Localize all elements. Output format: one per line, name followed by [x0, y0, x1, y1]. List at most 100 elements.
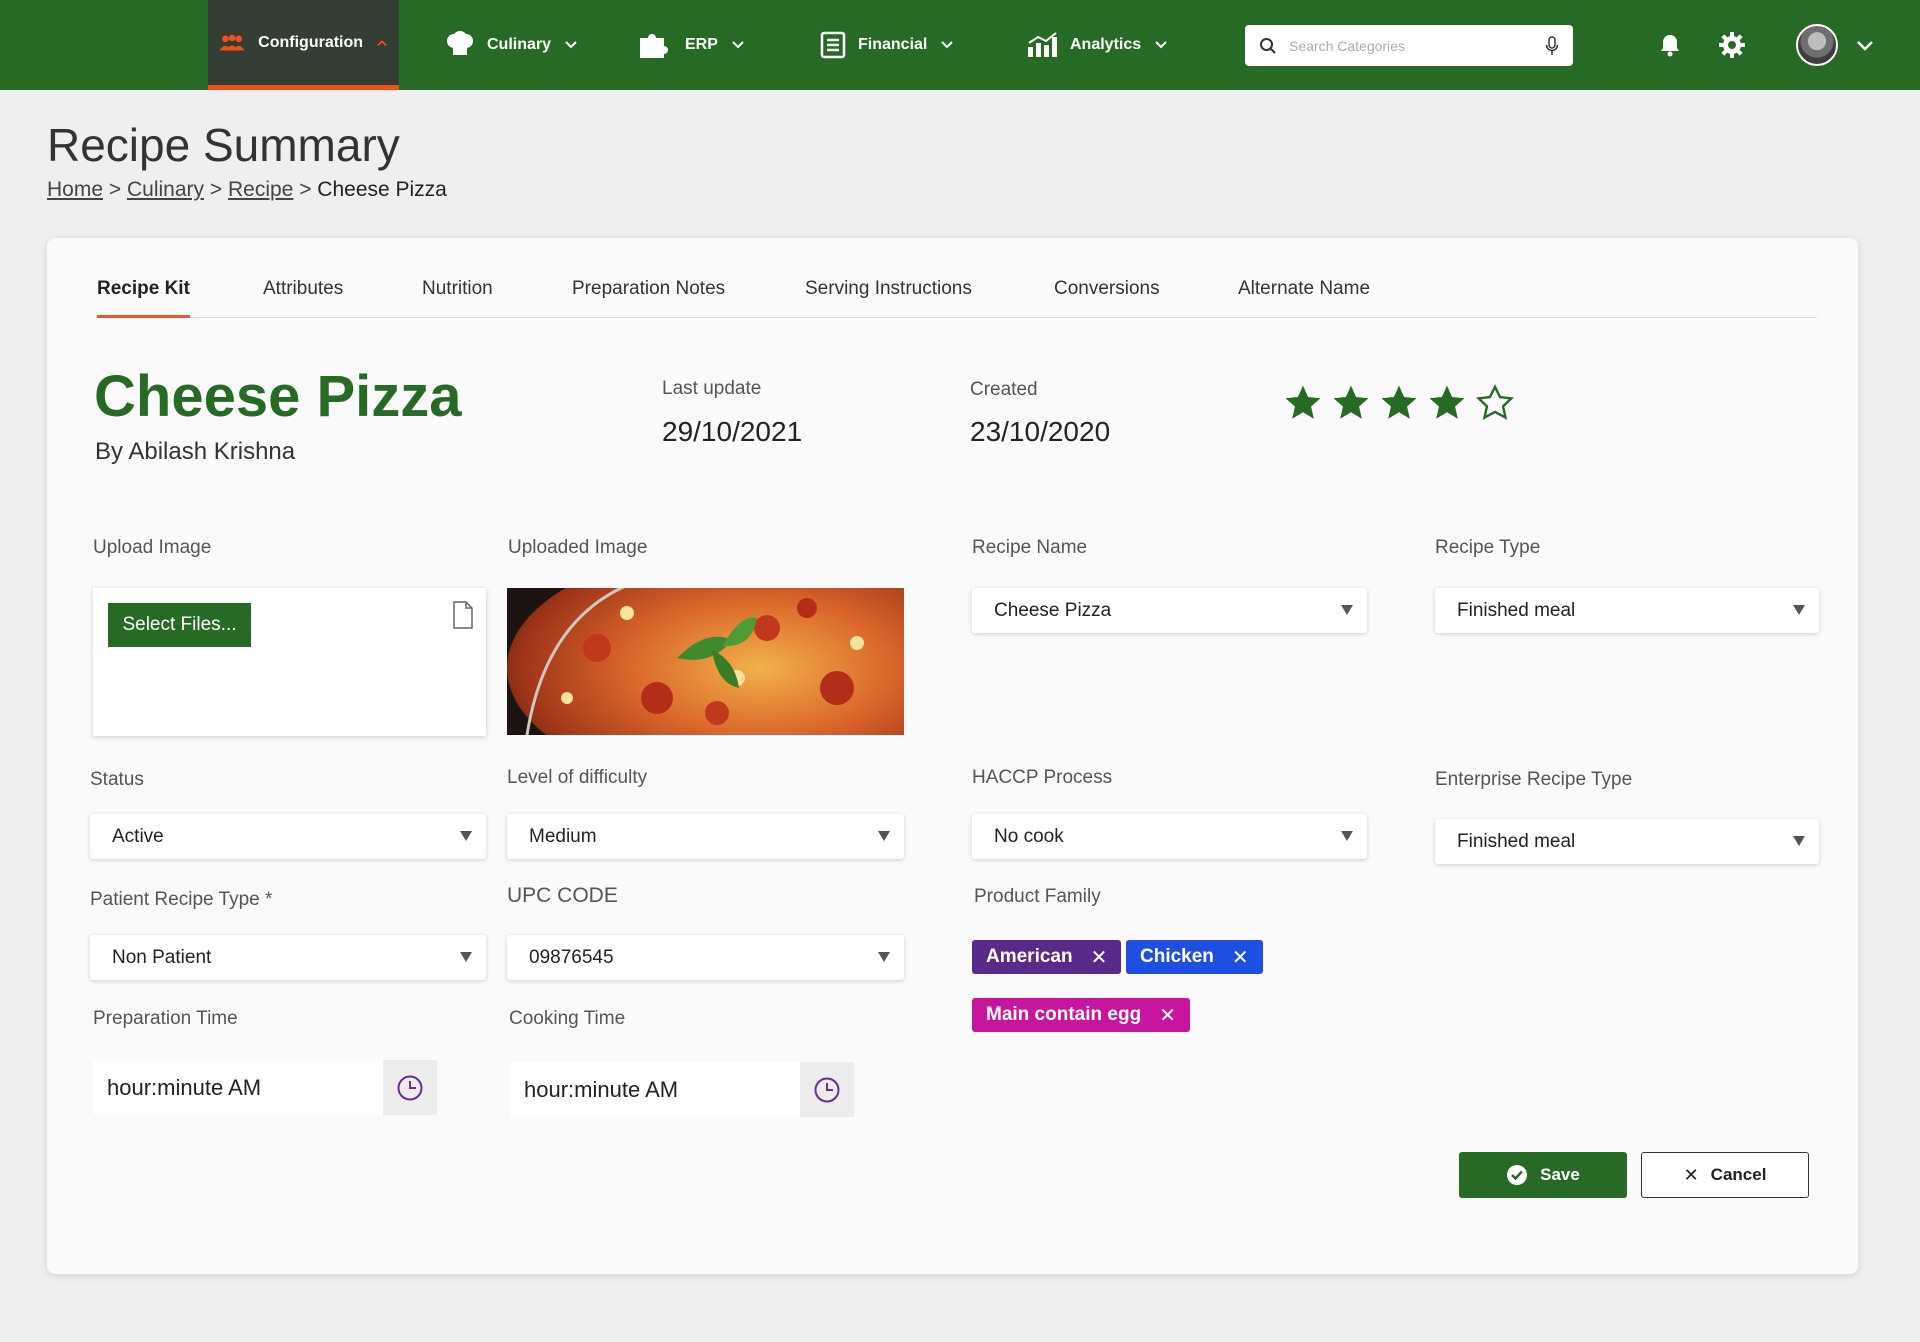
patient-recipe-type-select[interactable]: Non Patient	[90, 935, 486, 980]
breadcrumb-separator: >	[209, 178, 223, 201]
tab-alternate-name[interactable]: Alternate Name	[1238, 274, 1370, 318]
breadcrumb-current: Cheese Pizza	[317, 178, 447, 201]
recipe-author: By Abilash Krishna	[95, 438, 296, 465]
upc-code-value: 09876545	[529, 946, 614, 968]
page-title: Recipe Summary	[47, 119, 400, 171]
tab-conversions[interactable]: Conversions	[1054, 274, 1160, 318]
cooking-time-picker-button[interactable]	[800, 1062, 854, 1117]
select-files-button[interactable]: Select Files...	[108, 603, 251, 647]
enterprise-recipe-type-select[interactable]: Finished meal	[1435, 819, 1819, 864]
chip-main-contain-egg: Main contain egg ✕	[972, 998, 1190, 1032]
search-icon	[1260, 37, 1276, 54]
tab-recipe-kit[interactable]: Recipe Kit	[97, 274, 190, 318]
patient-recipe-type-label: Patient Recipe Type *	[90, 889, 273, 910]
breadcrumb-recipe[interactable]: Recipe	[228, 178, 293, 201]
created-label: Created	[970, 379, 1038, 400]
star-filled-icon[interactable]	[1426, 382, 1468, 424]
status-select[interactable]: Active	[90, 814, 486, 859]
chevron-down-icon	[565, 41, 577, 49]
chevron-up-icon	[377, 39, 387, 46]
chip-label: American	[986, 946, 1073, 967]
dropdown-caret-icon	[1341, 605, 1353, 615]
nav-label: Financial	[858, 36, 928, 53]
recipe-name-label: Recipe Name	[972, 537, 1088, 558]
star-filled-icon[interactable]	[1282, 382, 1324, 424]
chip-label: Main contain egg	[986, 1004, 1142, 1025]
chevron-down-icon	[1155, 41, 1167, 49]
patient-recipe-type-value: Non Patient	[112, 946, 212, 968]
enterprise-recipe-type-label: Enterprise Recipe Type	[1435, 769, 1633, 790]
star-empty-icon[interactable]	[1474, 382, 1516, 424]
uploaded-image-preview	[507, 588, 904, 735]
cancel-label: Cancel	[1710, 1165, 1767, 1184]
chip-chicken: Chicken ✕	[1126, 940, 1263, 974]
tab-preparation-notes[interactable]: Preparation Notes	[572, 274, 725, 318]
upload-dropzone[interactable]: Select Files...	[93, 588, 486, 736]
microphone-icon[interactable]	[1545, 35, 1559, 56]
chip-american: American ✕	[972, 940, 1122, 974]
tab-nutrition[interactable]: Nutrition	[422, 274, 493, 318]
nav-label: Configuration	[258, 33, 364, 51]
dropdown-caret-icon	[460, 831, 472, 841]
upload-image-label: Upload Image	[93, 537, 212, 558]
nav-label: Culinary	[487, 36, 552, 53]
document-list-icon	[820, 31, 846, 59]
star-filled-icon[interactable]	[1330, 382, 1372, 424]
search-input[interactable]	[1289, 37, 1545, 54]
created-value: 23/10/2020	[970, 416, 1111, 447]
breadcrumb-separator: >	[299, 178, 312, 201]
settings-button[interactable]	[1718, 0, 1746, 90]
chevron-down-icon	[732, 41, 744, 49]
remove-chip-icon[interactable]: ✕	[1091, 945, 1108, 970]
remove-chip-icon[interactable]: ✕	[1159, 1003, 1176, 1028]
haccp-select[interactable]: No cook	[972, 814, 1367, 859]
last-update-label: Last update	[662, 378, 762, 399]
enterprise-recipe-type-value: Finished meal	[1457, 830, 1576, 852]
gear-icon	[1719, 32, 1745, 58]
remove-chip-icon[interactable]: ✕	[1232, 945, 1249, 970]
recipe-name-select[interactable]: Cheese Pizza	[972, 588, 1367, 633]
dropdown-caret-icon	[878, 831, 890, 841]
tab-bar: Recipe Kit Attributes Nutrition Preparat…	[97, 274, 1817, 318]
save-button[interactable]: Save	[1459, 1152, 1627, 1198]
user-menu[interactable]	[1796, 0, 1874, 90]
nav-item-erp[interactable]: ERP	[637, 0, 756, 90]
recipe-type-select[interactable]: Finished meal	[1435, 588, 1819, 633]
notifications-button[interactable]	[1659, 0, 1681, 90]
pizza-photo-icon	[507, 588, 904, 735]
cooking-time-input[interactable]: hour:minute AM	[510, 1062, 800, 1117]
tab-attributes[interactable]: Attributes	[263, 274, 343, 318]
nav-item-financial[interactable]: Financial	[820, 0, 965, 90]
tab-serving-instructions[interactable]: Serving Instructions	[805, 274, 972, 318]
nav-label: ERP	[685, 36, 718, 53]
rating-stars[interactable]	[1282, 382, 1516, 424]
upc-code-label: UPC CODE	[507, 884, 618, 907]
upc-code-select[interactable]: 09876545	[507, 935, 904, 980]
puzzle-icon	[640, 34, 668, 58]
product-family-label: Product Family	[974, 886, 1101, 907]
chip-label: Chicken	[1140, 946, 1214, 967]
status-value: Active	[112, 825, 164, 847]
preparation-time-picker-button[interactable]	[383, 1060, 437, 1115]
difficulty-select[interactable]: Medium	[507, 814, 904, 859]
breadcrumb: Home > Culinary > Recipe > Cheese Pizza	[47, 178, 447, 202]
dropdown-caret-icon	[460, 952, 472, 962]
recipe-title: Cheese Pizza	[94, 364, 462, 429]
breadcrumb-home[interactable]: Home	[47, 178, 103, 201]
avatar[interactable]	[1796, 24, 1838, 66]
haccp-label: HACCP Process	[972, 767, 1113, 788]
cooking-time-label: Cooking Time	[509, 1008, 626, 1029]
nav-item-culinary[interactable]: Culinary	[445, 0, 589, 90]
check-circle-icon	[1507, 1165, 1528, 1185]
preparation-time-input[interactable]: hour:minute AM	[93, 1060, 383, 1115]
star-filled-icon[interactable]	[1378, 382, 1420, 424]
users-group-icon	[219, 34, 245, 50]
breadcrumb-culinary[interactable]: Culinary	[127, 178, 204, 201]
recipe-name-value: Cheese Pizza	[994, 599, 1112, 621]
nav-item-analytics[interactable]: Analytics	[1026, 0, 1179, 90]
clock-icon	[397, 1075, 423, 1100]
nav-item-configuration[interactable]: Configuration	[208, 0, 399, 90]
last-update-value: 29/10/2021	[662, 416, 803, 447]
recipe-type-label: Recipe Type	[1435, 537, 1541, 558]
cancel-button[interactable]: ✕ Cancel	[1641, 1152, 1809, 1198]
